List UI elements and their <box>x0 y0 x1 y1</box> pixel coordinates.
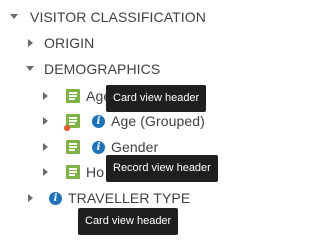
chevron-right-icon[interactable] <box>43 168 48 176</box>
chevron-down-icon[interactable] <box>10 14 18 19</box>
tree-node-visitor-classification[interactable]: VISITOR CLASSIFICATION <box>0 5 217 29</box>
tree-node-label: ORIGIN <box>44 35 95 51</box>
chevron-right-icon[interactable] <box>43 117 48 125</box>
info-icon: i <box>49 192 62 205</box>
card-icon <box>66 140 80 154</box>
tree-node-label: Gender <box>111 139 159 155</box>
tree-node-label: DEMOGRAPHICS <box>44 61 161 77</box>
tree-node-age-grouped[interactable]: i Age (Grouped) <box>0 109 217 133</box>
info-icon: i <box>92 115 105 128</box>
tooltip-record-view-header: Record view header <box>106 155 218 182</box>
chevron-right-icon[interactable] <box>28 194 33 202</box>
chevron-right-icon[interactable] <box>43 92 48 100</box>
card-icon <box>66 165 80 179</box>
tooltip-card-view-header: Card view header <box>106 85 207 112</box>
tree-node-demographics[interactable]: DEMOGRAPHICS <box>0 57 217 81</box>
tree-node-label: VISITOR CLASSIFICATION <box>30 9 206 25</box>
chevron-down-icon[interactable] <box>26 66 34 71</box>
warning-dot-icon <box>64 125 70 131</box>
chevron-right-icon[interactable] <box>28 39 33 47</box>
tree-node-origin[interactable]: ORIGIN <box>0 31 217 55</box>
tree-node-label: Age (Grouped) <box>111 113 205 129</box>
card-icon <box>66 89 80 103</box>
tooltip-card-view-header: Card view header <box>78 208 179 235</box>
tree-node-label: Ho <box>86 164 105 180</box>
info-icon: i <box>92 141 105 154</box>
tree-node-label: TRAVELLER TYPE <box>68 190 191 206</box>
tree-node-traveller-type[interactable]: i TRAVELLER TYPE <box>0 186 217 210</box>
chevron-right-icon[interactable] <box>43 143 48 151</box>
